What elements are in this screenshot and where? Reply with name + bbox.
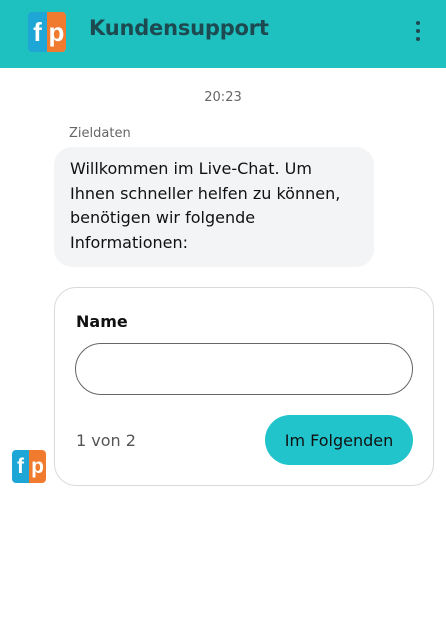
menu-dot — [416, 21, 420, 25]
step-indicator: 1 von 2 — [76, 431, 136, 450]
form-card: Name 1 von 2 Im Folgenden — [54, 287, 434, 486]
menu-dot — [416, 29, 420, 33]
logo-letter-f: f — [28, 12, 47, 52]
message-timestamp: 20:23 — [204, 90, 242, 105]
brand-logo: f p — [28, 12, 66, 52]
welcome-message-bubble: Willkommen im Live-Chat. Um Ihnen schnel… — [54, 147, 374, 267]
name-input[interactable] — [75, 343, 413, 395]
header-bar: f p Kundensupport — [0, 0, 446, 68]
avatar-letter-p: p — [29, 450, 46, 483]
avatar-letter-f: f — [12, 450, 29, 483]
sender-name: Zieldaten — [69, 126, 131, 141]
page-title: Kundensupport — [89, 16, 269, 40]
agent-avatar: f p — [12, 450, 46, 483]
more-vertical-icon[interactable] — [408, 18, 428, 44]
next-button[interactable]: Im Folgenden — [265, 415, 413, 465]
menu-dot — [416, 37, 420, 41]
name-field-label: Name — [76, 312, 128, 331]
logo-letter-p: p — [47, 12, 66, 52]
